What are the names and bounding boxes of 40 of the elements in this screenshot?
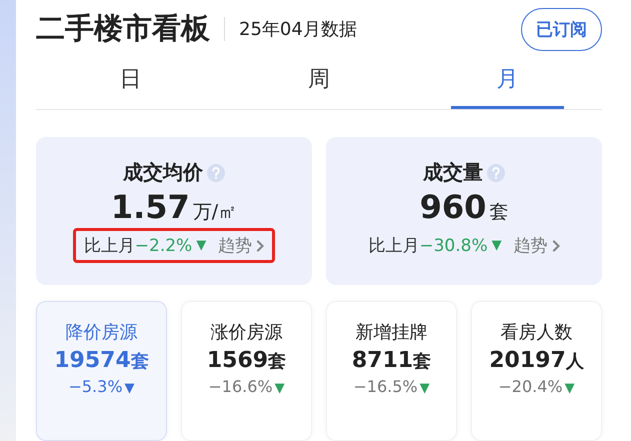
period-tab[interactable]: 周 [262,58,376,109]
compare-label: 比上月 [368,235,420,257]
stat-value: 1.57 [110,188,190,226]
chevron-right-icon [552,240,560,252]
metric-card[interactable]: 降价房源 19574套 −5.3%▼ [36,301,167,441]
metric-value: 20197人 [489,348,584,373]
subscribed-button[interactable]: 已订阅 [521,8,602,50]
change-value: −30.8% [419,236,488,256]
down-arrow: ▼ [196,238,206,253]
metric-card[interactable]: 涨价房源 1569套 −16.6%▼ [181,301,312,441]
down-arrow: ▼ [492,238,502,253]
metric-change: −16.5%▼ [353,377,430,396]
metric-value: 1569套 [206,348,286,373]
metric-value: 8711套 [352,348,432,373]
metric-card[interactable]: 看房人数 20197人 −20.4%▼ [471,301,602,441]
period-tab[interactable]: 日 [74,58,187,109]
trend-link[interactable]: 趋势 [218,234,252,257]
stat-unit: 万/㎡ [192,200,238,225]
metric-label: 新增挂牌 [356,321,428,344]
metric-label: 看房人数 [500,321,572,344]
trend-link[interactable]: 趋势 [514,234,548,257]
metric-label: 涨价房源 [210,321,282,344]
metric-value: 19574套 [54,348,149,373]
stat-label: 成交均价 [123,159,203,186]
metric-card[interactable]: 新增挂牌 8711套 −16.5%▼ [326,301,457,441]
data-period: 25年04月数据 [239,18,357,41]
stat-label: 成交量 [423,159,483,186]
period-tab[interactable]: 月 [451,58,564,109]
stat-value: 960 [420,188,486,226]
metric-change: −16.6%▼ [208,377,285,396]
change-value: −2.2% [134,236,192,256]
compare-label: 比上月 [84,235,135,257]
metric-change: −20.4%▼ [498,377,575,396]
page-title: 二手楼市看板 [36,10,210,47]
chevron-right-icon [256,240,264,252]
help-icon[interactable] [487,164,505,182]
metric-label: 降价房源 [66,321,138,344]
help-icon[interactable] [207,164,225,182]
stat-unit: 套 [489,200,508,225]
metric-change: −5.3%▼ [68,377,135,396]
